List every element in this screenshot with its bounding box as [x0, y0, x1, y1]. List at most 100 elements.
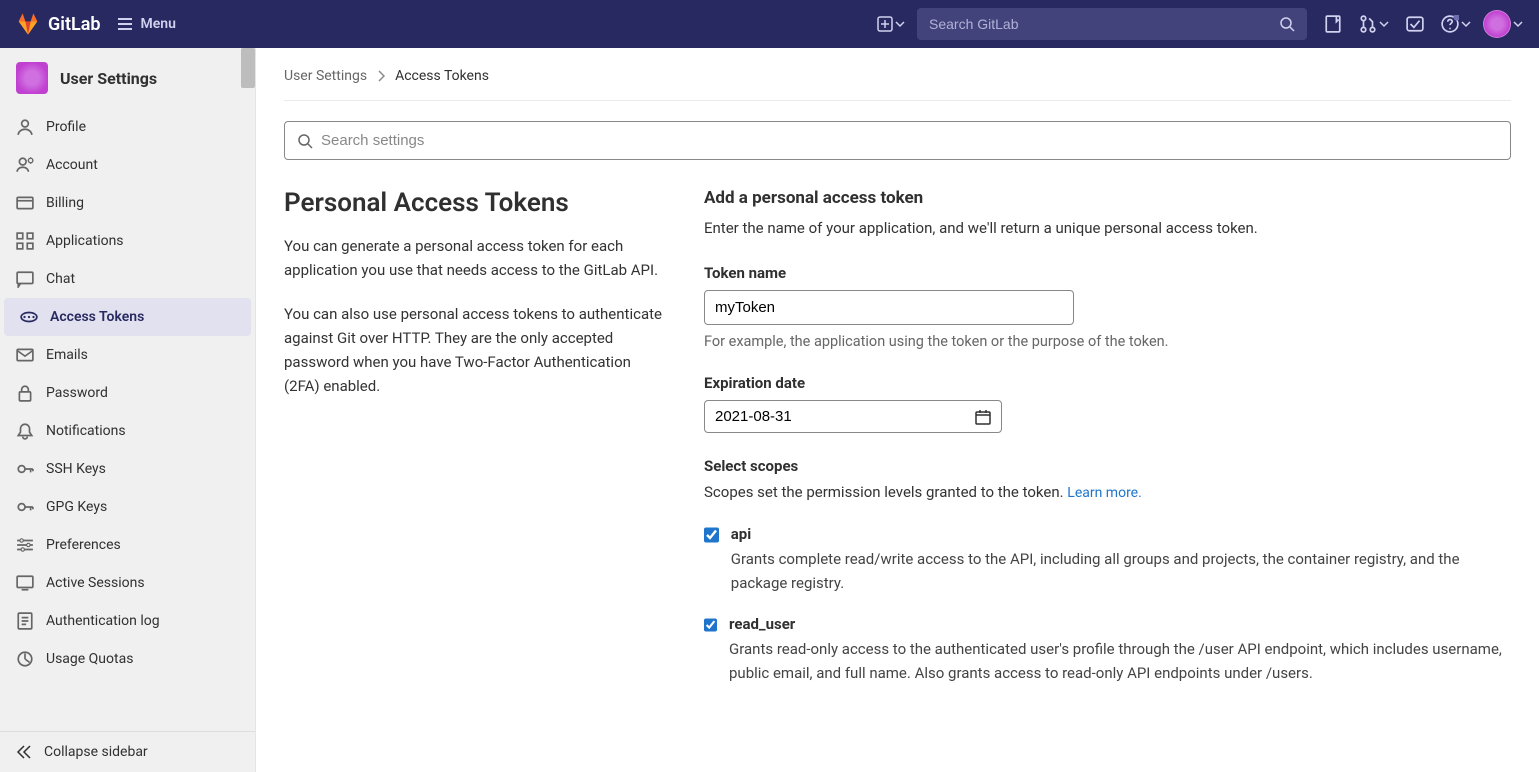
sidebar-item-gpg-keys[interactable]: GPG Keys — [0, 488, 255, 526]
collapse-sidebar-button[interactable]: Collapse sidebar — [0, 731, 255, 772]
search-icon — [1279, 16, 1295, 32]
applications-icon — [16, 232, 34, 250]
scope-name: read_user — [729, 615, 1511, 633]
scrollbar-thumb[interactable] — [241, 48, 255, 88]
user-avatar-small — [16, 62, 48, 94]
add-token-title: Add a personal access token — [704, 188, 1511, 208]
learn-more-link[interactable]: Learn more. — [1067, 485, 1142, 501]
chevron-down-icon — [1379, 19, 1389, 29]
brand-text: GitLab — [48, 14, 101, 35]
scope-checkbox-read-user[interactable] — [704, 617, 717, 633]
preferences-icon — [16, 536, 34, 554]
emails-icon — [16, 346, 34, 364]
token-name-input[interactable] — [704, 290, 1074, 325]
scope-desc: Grants complete read/write access to the… — [731, 547, 1511, 595]
hamburger-icon — [117, 16, 133, 32]
sidebar-item-access-tokens[interactable]: Access Tokens — [4, 298, 251, 336]
main-content: User Settings Access Tokens Personal Acc… — [256, 48, 1539, 772]
scopes-desc: Scopes set the permission levels granted… — [704, 483, 1067, 501]
sidebar-item-label: Emails — [46, 347, 88, 363]
profile-icon — [16, 118, 34, 136]
merge-request-icon — [1359, 15, 1377, 33]
breadcrumb-root[interactable]: User Settings — [284, 68, 367, 84]
sidebar-item-preferences[interactable]: Preferences — [0, 526, 255, 564]
sidebar-item-password[interactable]: Password — [0, 374, 255, 412]
sidebar: User Settings Profile Account Billing Ap… — [0, 48, 256, 772]
sidebar-item-active-sessions[interactable]: Active Sessions — [0, 564, 255, 602]
intro-p2: You can also use personal access tokens … — [284, 302, 664, 398]
menu-button[interactable]: Menu — [117, 16, 176, 32]
sidebar-item-label: Chat — [46, 271, 75, 287]
usage-quotas-icon — [16, 650, 34, 668]
settings-search[interactable] — [284, 121, 1511, 160]
scope-desc: Grants read-only access to the authentic… — [729, 637, 1511, 685]
chevron-right-icon — [377, 70, 385, 82]
token-name-helper: For example, the application using the t… — [704, 333, 1511, 350]
sidebar-item-label: Password — [46, 385, 108, 401]
gitlab-logo-icon — [16, 12, 40, 36]
sidebar-title: User Settings — [60, 69, 157, 88]
page-title: Personal Access Tokens — [284, 188, 664, 218]
sidebar-item-label: GPG Keys — [46, 499, 107, 515]
active-sessions-icon — [16, 574, 34, 592]
help-icon — [1441, 15, 1459, 33]
scope-checkbox-api[interactable] — [704, 527, 719, 543]
sidebar-item-account[interactable]: Account — [0, 146, 255, 184]
plus-icon — [877, 16, 893, 32]
todo-icon — [1406, 15, 1424, 33]
issues-icon — [1324, 15, 1342, 33]
sidebar-item-label: Notifications — [46, 423, 126, 439]
sidebar-item-billing[interactable]: Billing — [0, 184, 255, 222]
sidebar-item-label: Preferences — [46, 537, 121, 553]
sidebar-item-applications[interactable]: Applications — [0, 222, 255, 260]
sidebar-item-label: Profile — [46, 119, 86, 135]
intro-p1: You can generate a personal access token… — [284, 234, 664, 282]
expiration-label: Expiration date — [704, 374, 1511, 392]
global-search-input[interactable] — [929, 16, 1279, 32]
sidebar-header[interactable]: User Settings — [0, 48, 255, 108]
sidebar-item-chat[interactable]: Chat — [0, 260, 255, 298]
sidebar-item-ssh-keys[interactable]: SSH Keys — [0, 450, 255, 488]
new-dropdown[interactable] — [877, 10, 905, 38]
sidebar-item-label: Billing — [46, 195, 84, 211]
auth-log-icon — [16, 612, 34, 630]
sidebar-item-label: Applications — [46, 233, 124, 249]
password-icon — [16, 384, 34, 402]
help-dropdown[interactable] — [1441, 10, 1471, 38]
sidebar-item-label: Account — [46, 157, 98, 173]
global-search[interactable] — [917, 8, 1307, 40]
billing-icon — [16, 194, 34, 212]
chat-icon — [16, 270, 34, 288]
access-tokens-icon — [20, 308, 38, 326]
scope-item-api: api Grants complete read/write access to… — [704, 525, 1511, 595]
settings-search-input[interactable] — [321, 132, 1498, 149]
scope-item-read-user: read_user Grants read-only access to the… — [704, 615, 1511, 685]
sidebar-item-emails[interactable]: Emails — [0, 336, 255, 374]
add-token-desc: Enter the name of your application, and … — [704, 216, 1511, 240]
issues-button[interactable] — [1319, 10, 1347, 38]
scope-name: api — [731, 525, 1511, 543]
sidebar-item-auth-log[interactable]: Authentication log — [0, 602, 255, 640]
search-icon — [297, 133, 313, 149]
sidebar-item-label: Usage Quotas — [46, 651, 133, 667]
sidebar-item-notifications[interactable]: Notifications — [0, 412, 255, 450]
ssh-keys-icon — [16, 460, 34, 478]
gitlab-logo[interactable]: GitLab — [16, 12, 101, 36]
user-menu[interactable] — [1483, 10, 1523, 38]
notifications-icon — [16, 422, 34, 440]
collapse-label: Collapse sidebar — [44, 744, 148, 760]
sidebar-item-profile[interactable]: Profile — [0, 108, 255, 146]
chevron-down-icon — [895, 19, 905, 29]
sidebar-item-usage-quotas[interactable]: Usage Quotas — [0, 640, 255, 678]
expiration-input-wrap[interactable] — [704, 400, 1002, 433]
breadcrumb: User Settings Access Tokens — [284, 68, 1511, 101]
chevrons-left-icon — [16, 744, 32, 760]
sidebar-item-label: Authentication log — [46, 613, 160, 629]
menu-label: Menu — [141, 16, 176, 32]
sidebar-item-label: SSH Keys — [46, 461, 106, 477]
account-icon — [16, 156, 34, 174]
merge-requests-dropdown[interactable] — [1359, 10, 1389, 38]
todos-button[interactable] — [1401, 10, 1429, 38]
gpg-keys-icon — [16, 498, 34, 516]
expiration-input[interactable] — [715, 408, 975, 425]
